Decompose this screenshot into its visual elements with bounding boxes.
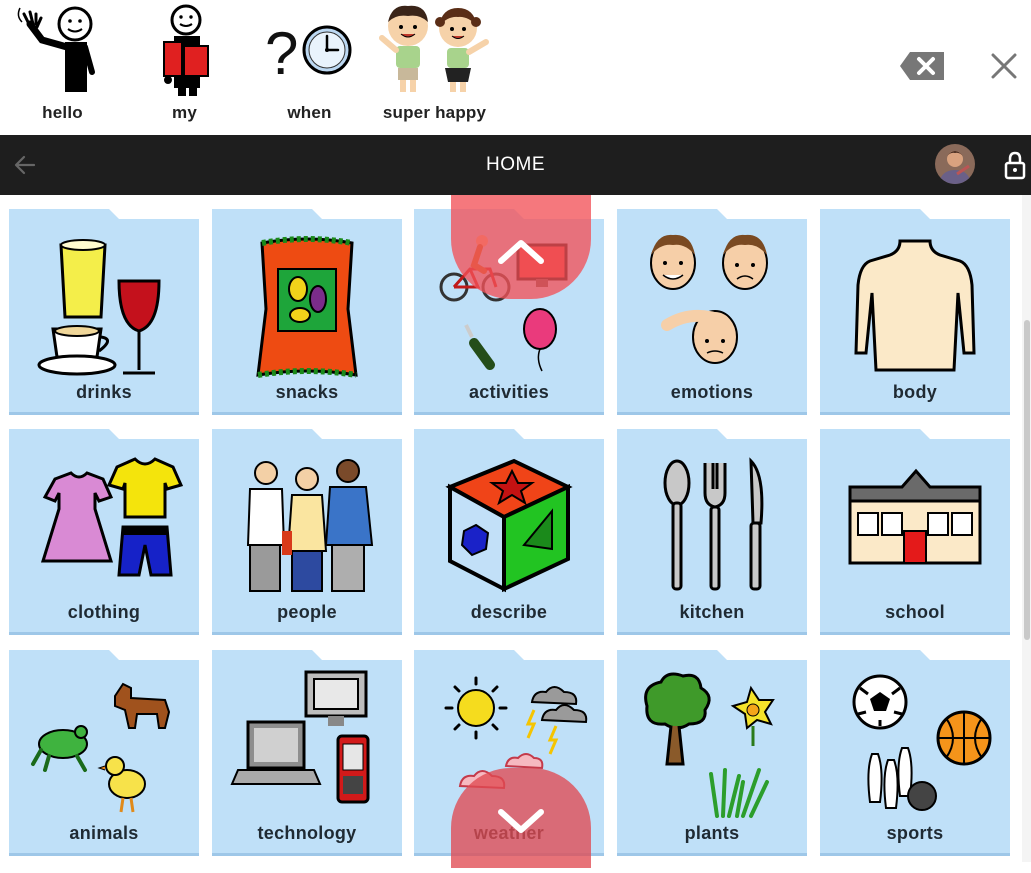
message-word-hello[interactable]: hello <box>0 0 125 135</box>
kitchen-icon <box>663 457 764 591</box>
message-word-label: super happy <box>382 103 487 122</box>
folder-label: emotions <box>670 382 754 402</box>
folder-label: snacks <box>275 382 339 402</box>
animals-icon <box>31 682 171 813</box>
folder-label: sports <box>886 823 944 843</box>
waving-person-icon <box>17 6 95 92</box>
folder-tile-emotions[interactable]: emotions <box>617 205 807 415</box>
folder-tile-body[interactable]: body <box>820 205 1010 415</box>
message-word-label: hello <box>42 103 83 122</box>
school-icon <box>848 468 982 565</box>
message-word-when[interactable]: ? when <box>247 0 372 135</box>
folder-label: technology <box>257 823 357 843</box>
backspace-icon <box>900 52 944 80</box>
folder-label: animals <box>69 823 139 843</box>
message-word-my[interactable]: my <box>122 0 247 135</box>
close-icon <box>991 53 1017 79</box>
question-clock-icon: ? <box>265 20 352 87</box>
folder-label: body <box>892 382 938 402</box>
svg-text:?: ? <box>265 20 298 87</box>
folder-tile-plants[interactable]: plants <box>617 646 807 856</box>
person-holding-book-icon <box>163 4 209 96</box>
folder-label: drinks <box>76 382 132 402</box>
folder-tile-sports[interactable]: sports <box>820 646 1010 856</box>
folder-label: school <box>885 602 945 622</box>
board-title: HOME <box>486 154 545 175</box>
message-bar[interactable]: hello my ? when super happy <box>0 0 1031 135</box>
folder-label: describe <box>470 602 548 622</box>
folder-tile-snacks[interactable]: snacks <box>212 205 402 415</box>
folder-label: kitchen <box>679 602 745 622</box>
scroll-up-button[interactable] <box>451 195 591 299</box>
folder-tile-animals[interactable]: animals <box>9 646 199 856</box>
folder-tile-describe[interactable]: describe <box>414 425 604 635</box>
folder-tile-people[interactable]: people <box>212 425 402 635</box>
describe-icon <box>445 458 573 593</box>
folder-tile-clothing[interactable]: clothing <box>9 425 199 635</box>
emotions-icon <box>650 234 768 364</box>
chevron-down-icon <box>498 809 544 833</box>
message-word-label: my <box>172 103 197 122</box>
happy-children-icon <box>379 5 489 92</box>
backspace-button[interactable] <box>898 50 948 82</box>
scroll-down-button[interactable] <box>451 768 591 868</box>
folder-tile-school[interactable]: school <box>820 425 1010 635</box>
navigation-bar: HOME <box>0 135 1031 195</box>
drinks-icon <box>37 239 161 376</box>
folder-tile-drinks[interactable]: drinks <box>9 205 199 415</box>
folder-label: plants <box>684 823 740 843</box>
folder-label: activities <box>468 382 550 402</box>
snacks-icon <box>256 236 358 378</box>
technology-icon <box>230 670 370 804</box>
user-avatar-icon <box>935 144 975 184</box>
sports-icon <box>852 674 992 811</box>
message-word-label: when <box>287 103 332 122</box>
folder-label: people <box>277 602 337 622</box>
message-word-super-happy[interactable]: super happy <box>372 0 497 135</box>
clothing-icon <box>40 457 184 577</box>
chevron-up-icon <box>498 240 544 264</box>
lock-icon <box>1004 151 1026 180</box>
folder-label: clothing <box>67 602 141 622</box>
people-icon <box>246 459 374 592</box>
avatar[interactable] <box>935 144 975 184</box>
lock-button[interactable] <box>1002 150 1028 180</box>
scrollbar-thumb[interactable] <box>1024 320 1030 640</box>
folder-tile-kitchen[interactable]: kitchen <box>617 425 807 635</box>
plants-icon <box>644 672 775 818</box>
body-icon <box>854 239 976 372</box>
folder-tile-technology[interactable]: technology <box>212 646 402 856</box>
clear-message-button[interactable] <box>986 48 1022 84</box>
